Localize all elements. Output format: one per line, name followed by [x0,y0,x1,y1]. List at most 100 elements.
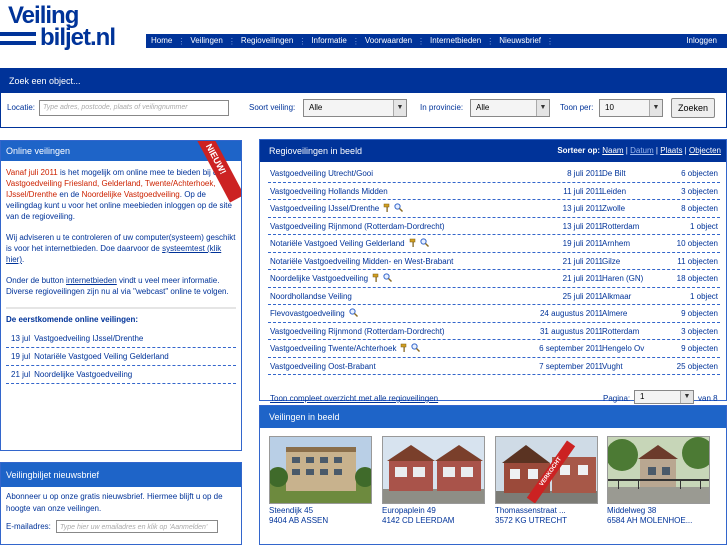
location-input[interactable]: Type adres, postcode, plaats of veilingn… [39,100,229,116]
show-per-value: 10 [605,103,614,112]
login-link[interactable]: Inloggen [686,34,717,48]
auction-date: 21 juli 2011 [562,274,603,283]
nav-nieuwsbrief[interactable]: Nieuwsbrief [494,34,546,48]
property-card[interactable]: Europaplein 49 4142 CD LEERDAM [382,436,487,526]
property-photo[interactable] [382,436,485,504]
magnifier-icon[interactable] [420,236,429,247]
upcoming-title: De eerstkomende online veilingen: [6,315,139,324]
regional-auction-row[interactable]: Vastgoedveiling Utrecht/Gooi 8 juli 2011 D… [268,165,720,183]
sort-by-name[interactable]: Naam [602,146,623,155]
internetbieden-link[interactable]: internetbieden [66,276,117,285]
province-select[interactable]: Alle ▼ [470,99,550,117]
sort-by-place[interactable]: Plaats [660,146,682,155]
main-navigation: Home ⋮ Veilingen ⋮ Regioveilingen ⋮ Informa… [146,34,727,48]
property-street[interactable]: Middelweg 38 [607,506,712,516]
regional-auction-row[interactable]: Noordhollandse Veiling 25 juli 2011 Alkmaa… [268,288,720,305]
auction-name[interactable]: Vastgoedveiling Oost-Brabant [270,358,376,375]
show-per-select[interactable]: 10 ▼ [599,99,663,117]
auction-name[interactable]: Noordelijke Vastgoedveiling [270,270,368,287]
type-select[interactable]: Alle ▼ [303,99,407,117]
property-card[interactable]: VERKOCHT Thomassenstraat ... 3572 KG UTR… [495,436,600,526]
email-input[interactable]: Type hier uw emailadres en klik op 'Aanm… [56,520,218,533]
sort-label: Sorteer op: [557,146,600,155]
regional-auction-row[interactable]: Flevovastgoedveiling 24 augustus 2011 Alme… [268,305,720,323]
auction-name[interactable]: Noordhollandse Veiling [270,288,352,305]
magnifier-icon[interactable] [394,201,403,212]
auction-name[interactable]: Notariële Vastgoed Veiling Gelderland [270,235,405,252]
page-of-text: van 8 [698,394,718,403]
auction-objects: 3 objecten [681,326,718,336]
gavel-icon[interactable] [400,341,409,352]
page-select-value: 1 [640,392,645,401]
site-logo[interactable]: Veiling biljet.nl [0,0,146,56]
sort-by-objects[interactable]: Objecten [689,146,721,155]
nav-internetbieden[interactable]: Internetbieden [425,34,486,48]
online-auction-noordelijk[interactable]: Noordelijke Vastgoedveiling [82,190,180,199]
auction-name[interactable]: Vastgoedveiling IJssel/Drenthe [270,200,379,217]
property-street[interactable]: Europaplein 49 [382,506,487,516]
nav-informatie[interactable]: Informatie [306,34,352,48]
property-card[interactable]: Middelweg 38 6584 AH MOLENHOE... [607,436,712,526]
page-select[interactable]: 1 ▼ [634,390,694,404]
nav-home[interactable]: Home [146,34,177,48]
upcoming-item[interactable]: 13 jul Vastgoedveiling IJssel/Drenthe [6,330,236,348]
email-label: E-mailadres: [6,522,51,531]
auction-place: Zwolle [602,204,626,213]
auction-name[interactable]: Notariële Vastgoedveiling Midden- en Wes… [270,253,453,270]
full-overview-link[interactable]: Toon compleet overzicht met alle regiove… [270,394,438,403]
auction-name[interactable]: Vastgoedveiling Rijnmond (Rotterdam-Dord… [270,323,445,340]
auction-icons [381,200,403,217]
regional-auction-row[interactable]: Vastgoedveiling IJssel/Drenthe 13 juli 20… [268,200,720,218]
type-label: Soort veiling: [249,103,296,112]
search-button[interactable]: Zoeken [671,98,715,118]
auction-objects: 25 objecten [676,361,718,371]
nav-separator: ⋮ [298,36,307,46]
featured-auctions-title: Veilingen in beeld [260,406,726,428]
gavel-icon[interactable] [409,236,418,247]
search-panel: Zoek een object... Locatie: Type adres, … [0,68,727,128]
auction-name[interactable]: Vastgoedveiling Utrecht/Gooi [270,165,373,182]
auction-name[interactable]: Flevovastgoedveiling [270,305,345,322]
auction-date: 13 juli 2011 [562,204,603,213]
regional-auction-row[interactable]: Notariële Vastgoedveiling Midden- en Wes… [268,253,720,270]
regional-auctions-panel: Regioveilingen in beeld Sorteer op: Naam… [259,139,727,412]
regional-auction-row[interactable]: Vastgoedveiling Twente/Achterhoek 6 septe… [268,340,720,358]
upcoming-item[interactable]: 19 jul Notariële Vastgoed Veiling Gelderl… [6,348,236,366]
regional-auction-row[interactable]: Vastgoedveiling Hollands Midden 11 juli 2… [268,183,720,200]
regional-auction-row[interactable]: Notariële Vastgoed Veiling Gelderland 19 … [268,235,720,253]
gavel-icon[interactable] [383,201,392,212]
property-photo[interactable] [607,436,710,504]
auction-name[interactable]: Vastgoedveiling Rijnmond (Rotterdam-Dord… [270,218,445,235]
property-street[interactable]: Thomassenstraat ... [495,506,600,516]
regional-auction-row[interactable]: Noordelijke Vastgoedveiling 21 juli 2011 H… [268,270,720,288]
magnifier-icon[interactable] [349,306,358,317]
property-city: 3572 KG UTRECHT [495,516,568,525]
property-card[interactable]: Steendijk 45 9404 AB ASSEN [269,436,374,526]
auction-icons [407,235,429,252]
auction-date: 11 juli 2011 [563,186,603,196]
regional-auction-row[interactable]: Vastgoedveiling Oost-Brabant 7 september … [268,358,720,375]
auction-icons [398,340,420,357]
newsletter-title: Veilingbiljet nieuwsbrief [1,463,241,487]
search-title: Zoek een object... [1,69,726,93]
auction-place: Alkmaar [602,291,632,301]
online-intro: Vanaf juli 2011 is het mogelijk om onlin… [6,167,236,222]
auction-name[interactable]: Vastgoedveiling Twente/Achterhoek [270,340,396,357]
nav-veilingen[interactable]: Veilingen [185,34,227,48]
regional-auction-row[interactable]: Vastgoedveiling Rijnmond (Rotterdam-Dord… [268,323,720,340]
auction-name[interactable]: Vastgoedveiling Hollands Midden [270,183,388,200]
nav-regioveilingen[interactable]: Regioveilingen [236,34,298,48]
auction-place: Almere [602,309,628,318]
info-text: Onder de button [6,276,67,285]
regional-auction-row[interactable]: Vastgoedveiling Rijnmond (Rotterdam-Dord… [268,218,720,235]
upcoming-item[interactable]: 21 jul Noordelijke Vastgoedveiling [6,366,236,384]
upcoming-date: 19 jul [11,352,31,361]
nav-voorwaarden[interactable]: Voorwaarden [360,34,417,48]
property-photo[interactable]: VERKOCHT [495,436,598,504]
property-street[interactable]: Steendijk 45 [269,506,374,516]
gavel-icon[interactable] [372,271,381,282]
property-photo[interactable] [269,436,372,504]
magnifier-icon[interactable] [383,271,392,282]
sort-by-date[interactable]: Datum [630,146,654,155]
magnifier-icon[interactable] [411,341,420,352]
